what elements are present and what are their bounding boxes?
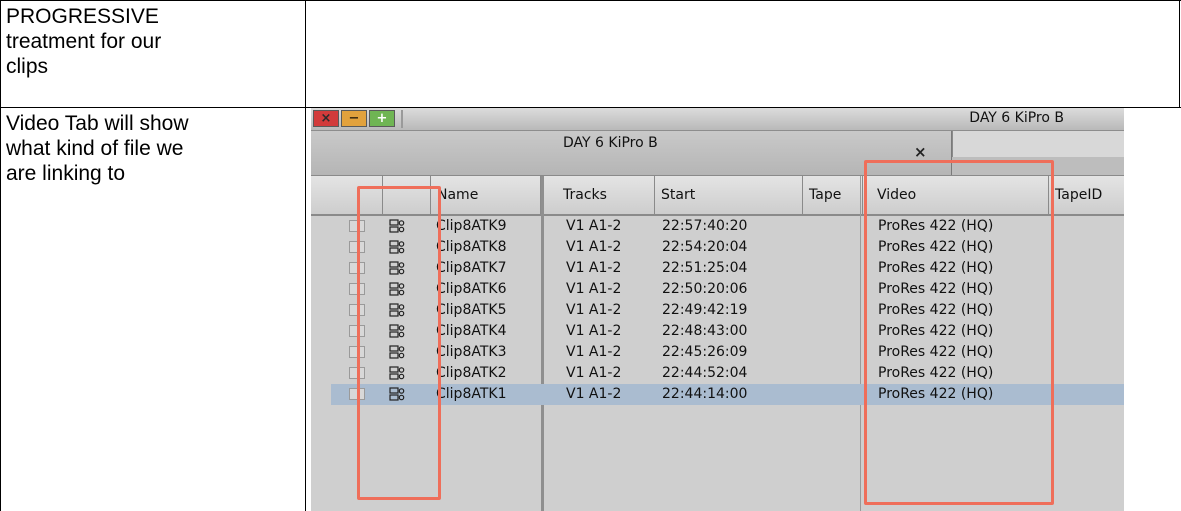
header-start[interactable]: Start — [655, 176, 803, 214]
clip-tracks: V1 A1-2 — [566, 218, 622, 234]
window-title: DAY 6 KiPro B — [969, 110, 1064, 126]
clip-tracks: V1 A1-2 — [566, 239, 622, 255]
clip-tracks: V1 A1-2 — [566, 281, 622, 297]
close-window-button[interactable]: × — [313, 110, 339, 127]
clip-start: 22:50:20:06 — [662, 281, 748, 297]
close-tab-icon[interactable]: × — [914, 143, 927, 161]
empty-tab-area — [952, 131, 1124, 157]
clip-start: 22:54:20:04 — [662, 239, 748, 255]
clip-tracks: V1 A1-2 — [566, 323, 622, 339]
window-titlebar: × − + DAY 6 KiPro B — [311, 108, 1124, 131]
table-border-top — [0, 0, 1181, 1]
header-tape[interactable]: Tape — [803, 176, 863, 214]
table-border-left — [0, 0, 1, 511]
clip-name[interactable]: Clip8ATK5 — [436, 300, 506, 321]
row2-line-2: what kind of file we — [6, 137, 184, 160]
header-tracks[interactable]: Tracks — [557, 176, 655, 214]
table-column-divider — [305, 0, 306, 511]
table-border-right — [1179, 0, 1180, 108]
row1-line-2: treatment for our — [6, 30, 162, 53]
header-tapeid[interactable]: TapeID — [1049, 176, 1124, 214]
header-name[interactable]: Name — [431, 176, 541, 214]
clip-name[interactable]: Clip8ATK3 — [436, 342, 506, 363]
row2-cell-text: Video Tab will show what kind of file we… — [6, 111, 189, 186]
tab-day6-kipro-b[interactable]: DAY 6 KiPro B × — [311, 131, 952, 175]
clip-start: 22:44:14:00 — [662, 386, 748, 402]
bin-window: × − + DAY 6 KiPro B DAY 6 KiPro B × Name… — [311, 108, 1124, 511]
clip-name[interactable]: Clip8ATK6 — [436, 279, 506, 300]
clip-tracks: V1 A1-2 — [566, 344, 622, 360]
clip-name[interactable]: Clip8ATK7 — [436, 258, 506, 279]
clip-tracks: V1 A1-2 — [566, 260, 622, 276]
clip-name[interactable]: Clip8ATK2 — [436, 363, 506, 384]
icon-column-highlight — [357, 186, 441, 500]
clip-name[interactable]: Clip8ATK4 — [436, 321, 506, 342]
clip-start: 22:48:43:00 — [662, 323, 748, 339]
clip-tracks: V1 A1-2 — [566, 302, 622, 318]
clip-name[interactable]: Clip8ATK1 — [436, 384, 506, 405]
clip-start: 22:45:26:09 — [662, 344, 748, 360]
clip-start: 22:51:25:04 — [662, 260, 748, 276]
clip-name[interactable]: Clip8ATK8 — [436, 237, 506, 258]
row1-line-3: clips — [6, 55, 49, 78]
row2-line-3: are linking to — [6, 162, 126, 185]
clip-start: 22:44:52:04 — [662, 365, 748, 381]
row1-line-1: PROGRESSIVE — [6, 5, 159, 28]
clip-start: 22:49:42:19 — [662, 302, 748, 318]
clip-name[interactable]: Clip8ATK9 — [436, 216, 506, 237]
clip-start: 22:57:40:20 — [662, 218, 748, 234]
minimize-window-button[interactable]: − — [341, 110, 367, 127]
maximize-window-button[interactable]: + — [369, 110, 395, 127]
titlebar-separator — [401, 110, 403, 128]
clip-tracks: V1 A1-2 — [566, 365, 622, 381]
tab-label: DAY 6 KiPro B — [563, 135, 658, 151]
row1-cell-text: PROGRESSIVE treatment for our clips — [6, 4, 161, 79]
video-column-highlight — [864, 160, 1054, 505]
row2-line-1: Video Tab will show — [6, 112, 189, 135]
clip-tracks: V1 A1-2 — [566, 386, 622, 402]
